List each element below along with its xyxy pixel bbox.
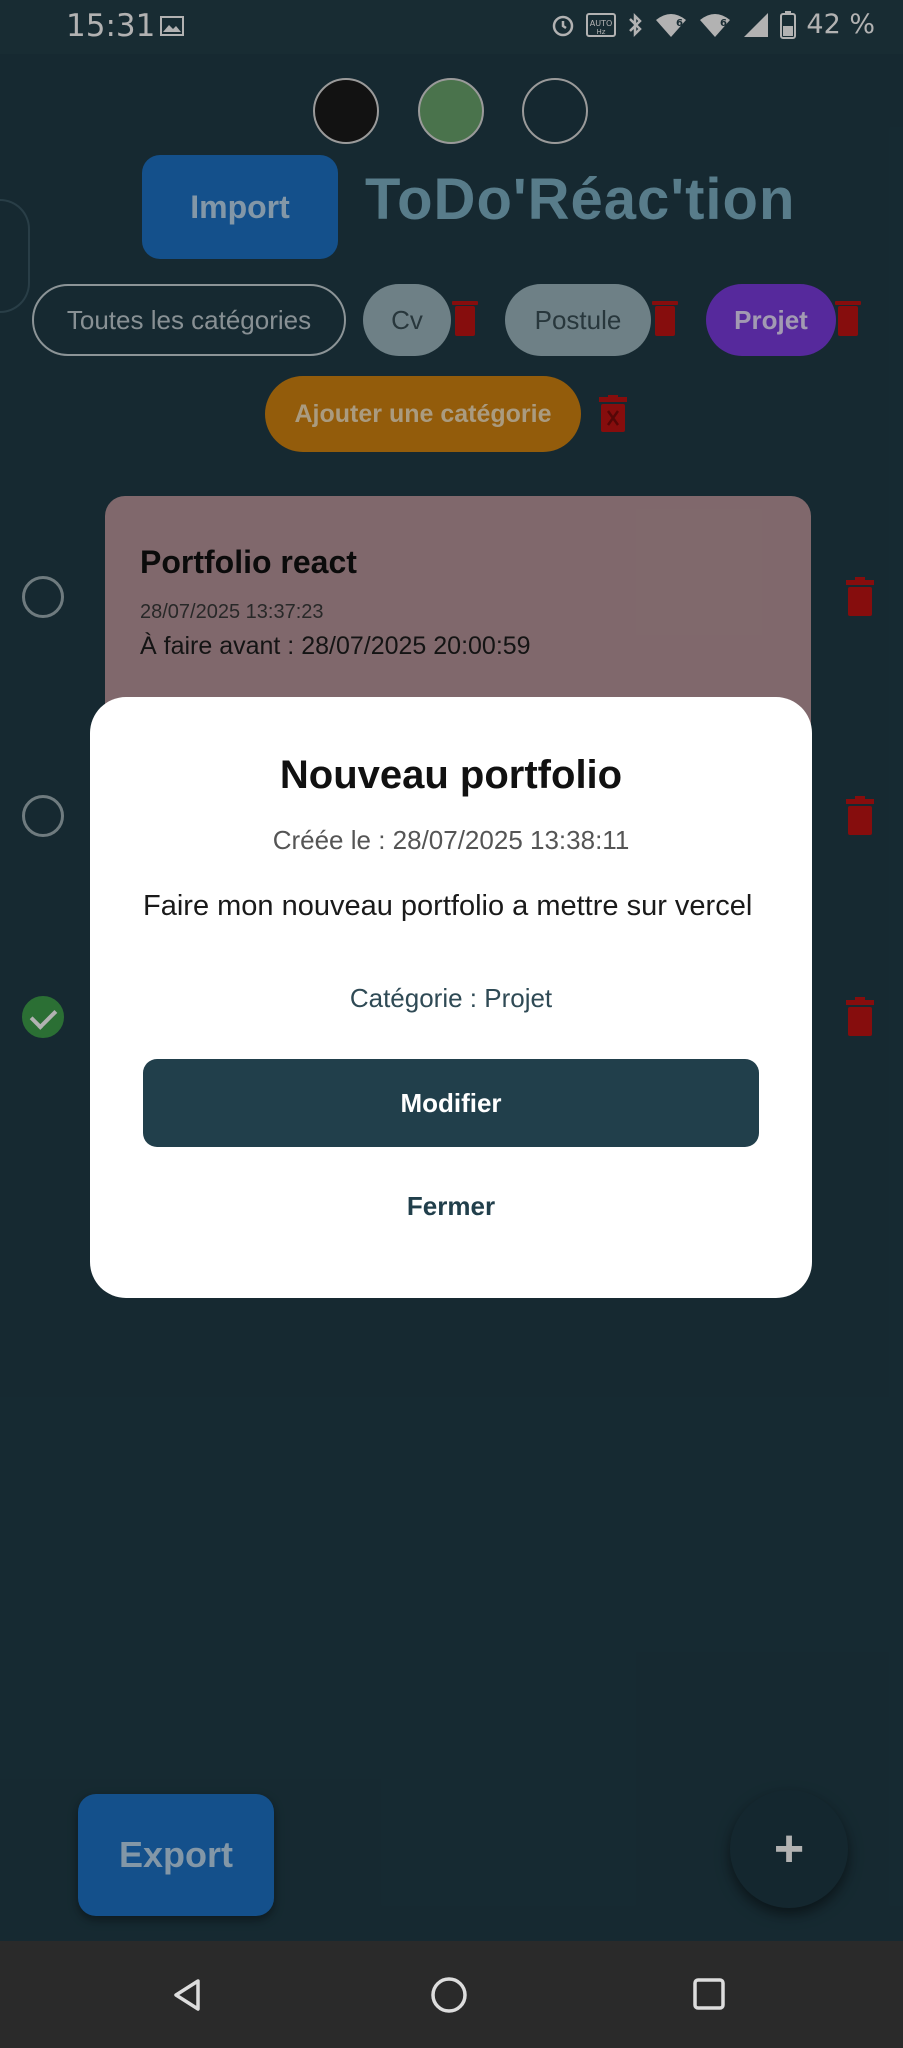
back-icon[interactable] [170,1977,206,2013]
modal-title: Nouveau portfolio [279,753,623,797]
navigation-bar [0,1941,903,2048]
modal-created-date: Créée le : 28/07/2025 13:38:11 [272,825,630,855]
close-button[interactable]: Fermer [90,1191,812,1222]
home-icon[interactable] [430,1976,468,2014]
recents-icon[interactable] [692,1977,726,2011]
modify-button[interactable]: Modifier [143,1059,759,1147]
modal-category: Catégorie : Projet [349,983,553,1013]
modal-description: Faire mon nouveau portfolio a mettre sur… [143,890,753,922]
task-detail-modal: Nouveau portfolio Créée le : 28/07/2025 … [90,697,812,1298]
